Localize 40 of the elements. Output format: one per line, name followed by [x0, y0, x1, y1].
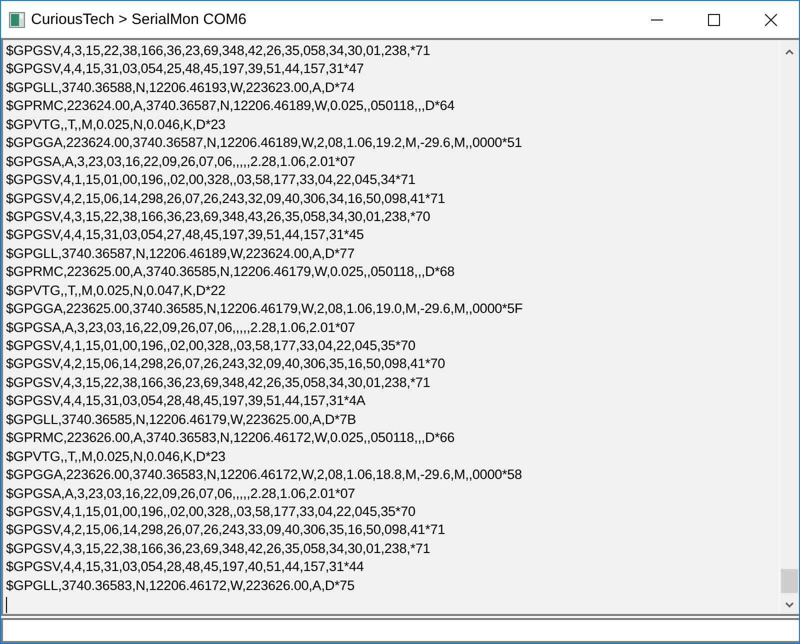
input-field[interactable] — [1, 618, 799, 643]
output-line: $GPGSV,4,1,15,01,00,196,,02,00,328,,03,58,177,33,04,22,045,35*70 — [6, 337, 416, 355]
scrollbar-thumb[interactable] — [781, 569, 798, 593]
output-line: $GPGSV,4,3,15,22,38,166,36,23,69,348,42,26,35,058,34,30,01,238,*71 — [6, 540, 432, 558]
maximize-icon[interactable] — [708, 14, 720, 26]
output-line: $GPVTG,,T,,M,0.025,N,0.046,K,D*23 — [6, 448, 226, 466]
output-line: $GPRMC,223624.00,A,3740.36587,N,12206.46189,W,0.025,,050118,,,D*64 — [6, 97, 456, 116]
window-title: CuriousTech > SerialMon COM6 — [31, 11, 247, 28]
output-line: $GPGGA,223625.00,3740.36585,N,12206.46179,W,2,08,1.06,19.0,M,-29.6,M,,0000*5F — [6, 300, 524, 318]
output-line: $GPGSV,4,2,15,06,14,298,26,07,26,243,33,09,40,306,35,16,50,098,41*71 — [6, 521, 446, 540]
output-line: $GPVTG,,T,,M,0.025,N,0.046,K,D*23 — [6, 116, 226, 134]
scroll-down-icon[interactable] — [785, 602, 794, 608]
output-line: $GPGSV,4,1,15,01,00,196,,02,00,328,,03,58,177,33,04,22,045,34*71 — [6, 171, 416, 190]
scroll-up-icon[interactable] — [785, 49, 794, 55]
output-line: $GPGSV,4,4,15,31,03,054,25,48,45,197,39,51,44,157,31*47 — [6, 60, 365, 78]
output-line: $GPGGA,223626.00,3740.36583,N,12206.46172,W,2,08,1.06,18.8,M,-29.6,M,,0000*58 — [6, 466, 523, 484]
scrollbar[interactable] — [779, 40, 799, 614]
output-line: $GPGSA,A,3,23,03,16,22,09,26,07,06,,,,,2.28,1.06,2.01*07 — [6, 484, 356, 502]
output-line: $GPGGA,223624.00,3740.36587,N,12206.46189,W,2,08,1.06,19.2,M,-29.6,M,,0000*51 — [6, 134, 523, 152]
output-line: $GPGSV,4,4,15,31,03,054,28,48,45,197,39,51,44,157,31*4A — [6, 392, 366, 410]
output-line: $GPGSV,4,3,15,22,38,166,36,23,69,348,43,26,35,058,34,30,01,238,*70 — [6, 208, 432, 226]
output-line: $GPRMC,223625.00,A,3740.36585,N,12206.46179,W,0.025,,050118,,,D*68 — [6, 263, 456, 282]
output-line: $GPGLL,3740.36583,N,12206.46172,W,223626.00,A,D*75 — [6, 576, 356, 595]
text-cursor — [6, 597, 7, 614]
output-line: $GPGLL,3740.36585,N,12206.46179,W,223625.00,A,D*7B — [6, 410, 357, 429]
app-icon — [9, 12, 25, 28]
output-line: $GPGLL,3740.36587,N,12206.46189,W,223624.00,A,D*77 — [6, 244, 356, 263]
output-line: $GPGSV,4,3,15,22,38,166,36,23,69,348,42,26,35,058,34,30,01,238,*71 — [6, 374, 432, 392]
output-line: $GPGLL,3740.36588,N,12206.46193,W,223623.00,A,D*74 — [6, 78, 356, 97]
output-line: $GPGSV,4,2,15,06,14,298,26,07,26,243,32,09,40,306,34,16,50,098,41*71 — [6, 190, 446, 208]
close-icon[interactable] — [765, 14, 777, 26]
output-line: $GPGSV,4,3,15,22,38,166,36,23,69,348,42,26,35,058,34,30,01,238,*71 — [6, 42, 432, 60]
output-line: $GPGSA,A,3,23,03,16,22,09,26,07,06,,,,,2.28,1.06,2.01*07 — [6, 152, 356, 171]
output-line: $GPGSV,4,4,15,31,03,054,28,48,45,197,40,51,44,157,31*44 — [6, 558, 365, 576]
output-line: $GPGSA,A,3,23,03,16,22,09,26,07,06,,,,,2.28,1.06,2.01*07 — [6, 318, 356, 337]
output-line: $GPGSV,4,2,15,06,14,298,26,07,26,243,32,09,40,306,35,16,50,098,41*70 — [6, 355, 446, 374]
output-line: $GPGSV,4,4,15,31,03,054,27,48,45,197,39,51,44,157,31*45 — [6, 226, 365, 244]
output-line: $GPGSV,4,1,15,01,00,196,,02,00,328,,03,58,177,33,04,22,045,35*70 — [6, 502, 416, 521]
output-line: $GPVTG,,T,,M,0.025,N,0.047,K,D*22 — [6, 282, 226, 300]
output-line: $GPRMC,223626.00,A,3740.36583,N,12206.46172,W,0.025,,050118,,,D*66 — [6, 429, 456, 448]
